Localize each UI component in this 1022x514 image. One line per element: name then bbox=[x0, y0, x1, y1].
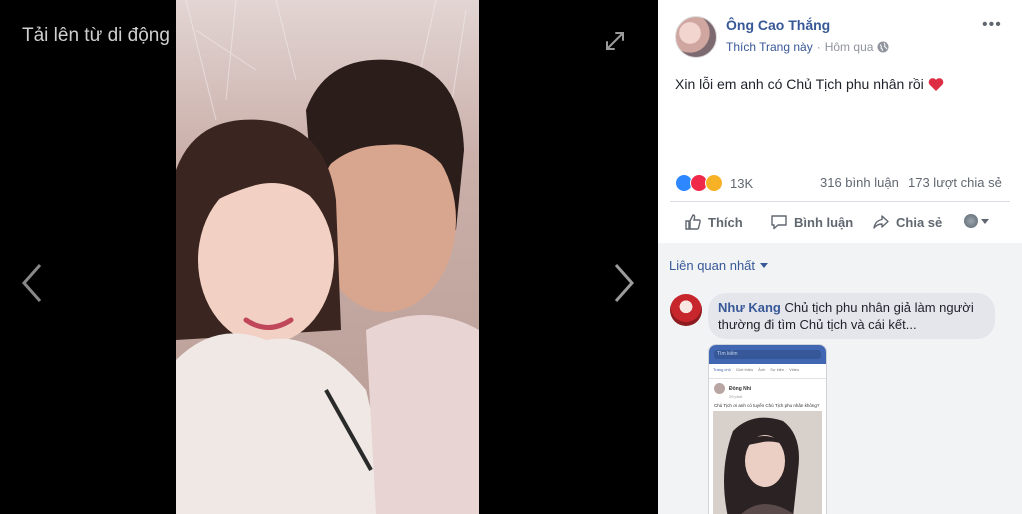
haha-reaction-icon bbox=[705, 174, 723, 192]
share-button[interactable]: Chia sẻ bbox=[872, 213, 942, 231]
meta-separator: · bbox=[816, 40, 821, 54]
attachment-avatar bbox=[714, 383, 725, 394]
attachment-tab: Video bbox=[789, 367, 800, 372]
like-button[interactable]: Thích bbox=[684, 213, 743, 231]
viewer-title: Tải lên từ di động bbox=[22, 25, 170, 46]
share-icon bbox=[873, 215, 889, 229]
reaction-summary[interactable]: 13K bbox=[675, 174, 753, 192]
chevron-right-icon[interactable] bbox=[612, 262, 636, 304]
share-label: Chia sẻ bbox=[896, 214, 943, 230]
expand-icon[interactable] bbox=[604, 30, 626, 52]
attachment-author-name: Đông Nhi bbox=[729, 385, 752, 392]
comment-button[interactable]: Bình luận bbox=[770, 213, 853, 231]
profile-avatar-icon bbox=[964, 214, 978, 228]
attachment-photo bbox=[713, 411, 822, 514]
heart-icon bbox=[928, 77, 944, 91]
comment-icon bbox=[771, 215, 787, 230]
attachment-search-bar: Tìm kiếm bbox=[714, 350, 821, 359]
attachment-tabs: Trang chủ Giới thiệu Ảnh Sự kiện Video bbox=[709, 364, 826, 379]
attachment-author: Đông Nhi bbox=[709, 379, 826, 394]
post-panel: Ông Cao Thắng Thích Trang này · Hôm qua … bbox=[658, 0, 1022, 514]
caret-down-icon bbox=[760, 263, 769, 268]
attachment-tab: Sự kiện bbox=[770, 367, 785, 372]
post-photo bbox=[176, 0, 479, 514]
comment-count[interactable]: 316 bình luận bbox=[820, 175, 899, 190]
attachment-tab: Ảnh bbox=[758, 367, 766, 372]
author-name[interactable]: Ông Cao Thắng bbox=[726, 17, 830, 33]
attachment-tab: Giới thiệu bbox=[735, 367, 754, 372]
caret-down-icon bbox=[981, 218, 989, 224]
sort-label: Liên quan nhất bbox=[669, 258, 756, 273]
post-meta: Thích Trang này · Hôm qua bbox=[726, 40, 889, 54]
thumbs-up-icon bbox=[685, 214, 701, 230]
share-count[interactable]: 173 lượt chia sẻ bbox=[908, 175, 1002, 190]
reaction-count[interactable]: 13K bbox=[730, 176, 753, 191]
attachment-topbar: Tìm kiếm bbox=[709, 345, 826, 364]
more-options-button[interactable]: ••• bbox=[982, 16, 1002, 34]
globe-icon[interactable] bbox=[877, 41, 889, 53]
comment-attachment-image[interactable]: Tìm kiếm Trang chủ Giới thiệu Ảnh Sự kiệ… bbox=[708, 344, 827, 514]
post-time[interactable]: Hôm qua bbox=[825, 40, 874, 54]
post-message: Xin lỗi em anh có Chủ Tịch phu nhân rồi bbox=[675, 76, 924, 92]
comment-sort-dropdown[interactable]: Liên quan nhất bbox=[669, 258, 769, 273]
commenter-name[interactable]: Như Kang bbox=[718, 300, 781, 315]
like-page-link[interactable]: Thích Trang này bbox=[726, 40, 813, 54]
avatar[interactable] bbox=[675, 16, 717, 58]
comments-section: Liên quan nhất Như Kang Chủ tịch phu nhâ… bbox=[658, 243, 1022, 514]
post-as-selector[interactable] bbox=[964, 214, 989, 228]
comment-bubble: Như Kang Chủ tịch phu nhân giả làm người… bbox=[708, 293, 995, 339]
commenter-avatar[interactable] bbox=[670, 294, 702, 326]
comment-label: Bình luận bbox=[794, 214, 854, 230]
post-text: Xin lỗi em anh có Chủ Tịch phu nhân rồi bbox=[675, 76, 944, 92]
chevron-left-icon[interactable] bbox=[20, 262, 44, 304]
attachment-tab: Trang chủ bbox=[713, 367, 731, 372]
like-label: Thích bbox=[708, 214, 743, 230]
photo-viewer: Tải lên từ di động bbox=[0, 0, 658, 514]
divider bbox=[670, 201, 1010, 202]
